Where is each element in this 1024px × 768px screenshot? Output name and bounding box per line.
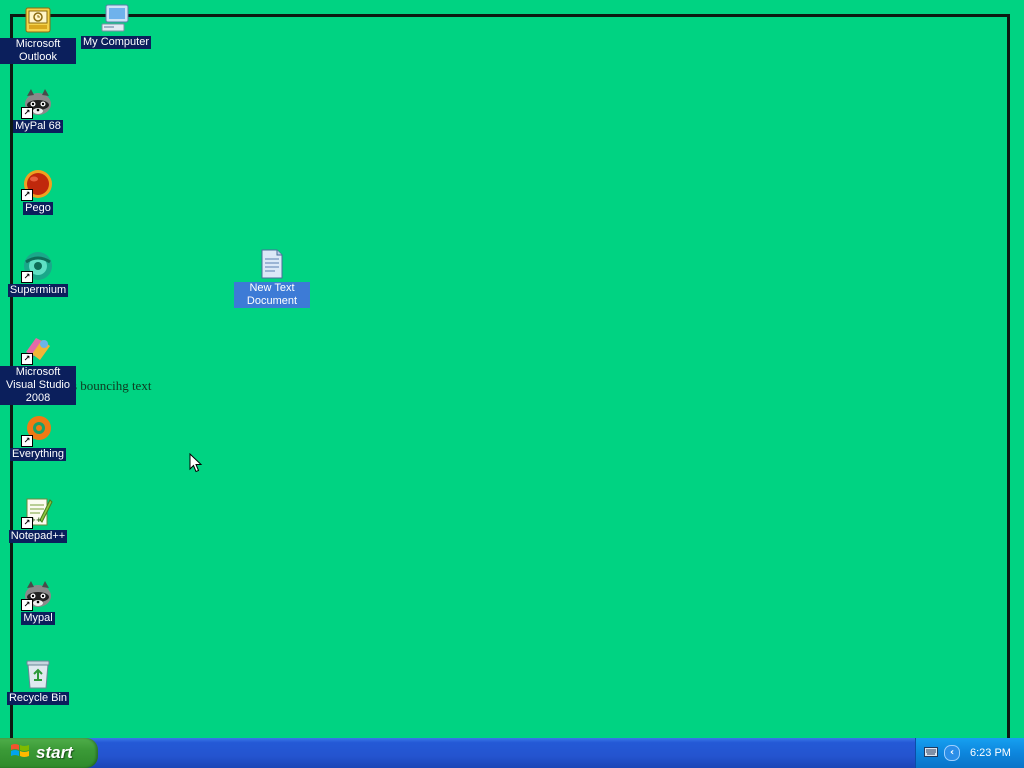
shortcut-arrow-icon: ↗ <box>21 435 33 447</box>
desktop-icon-mypal[interactable]: ↗ Mypal <box>0 578 76 625</box>
shortcut-arrow-icon: ↗ <box>21 271 33 283</box>
system-tray: ‹ 6:23 PM <box>915 738 1024 768</box>
icon-label: Microsoft Visual Studio 2008 <box>0 366 76 405</box>
outlook-icon <box>22 4 54 36</box>
clock[interactable]: 6:23 PM <box>970 747 1011 759</box>
desktop-icon-supermium[interactable]: ↗ Supermium <box>0 250 76 297</box>
bouncing-text: s bouncihg text <box>72 378 152 393</box>
text-document-icon <box>256 248 288 280</box>
desktop-icon-visual-studio-2008[interactable]: ↗ Microsoft Visual Studio 2008 <box>0 332 76 405</box>
mouse-cursor-icon <box>189 452 203 478</box>
start-button[interactable]: start <box>0 738 98 768</box>
start-label: start <box>36 743 73 762</box>
show-hidden-icons-button[interactable]: ‹ <box>944 745 960 761</box>
mypal-raccoon-icon: ↗ <box>21 578 54 611</box>
pego-icon: ↗ <box>21 168 54 201</box>
desktop-icon-new-text-document[interactable]: New Text Document <box>234 248 310 308</box>
shortcut-arrow-icon: ↗ <box>21 517 33 529</box>
desktop-icon-pego[interactable]: ↗ Pego <box>0 168 76 215</box>
supermium-icon: ↗ <box>21 250 54 283</box>
icon-label: Microsoft Outlook <box>0 38 76 64</box>
icon-label: Everything <box>10 448 66 461</box>
windows-flag-icon <box>10 742 30 765</box>
shortcut-arrow-icon: ↗ <box>21 189 33 201</box>
my-computer-icon <box>100 2 132 34</box>
shortcut-arrow-icon: ↗ <box>21 353 33 365</box>
desktop-icon-my-computer[interactable]: My Computer <box>78 2 154 49</box>
icon-label: MyPal 68 <box>13 120 63 133</box>
desktop-icon-everything[interactable]: ↗ Everything <box>0 414 76 461</box>
notepad-plus-plus-icon: ++ ↗ <box>21 496 54 529</box>
desktop-icon-notepad-plus-plus[interactable]: ++ ↗ Notepad++ <box>0 496 76 543</box>
visual-studio-icon: ↗ <box>21 332 54 365</box>
icon-label: Mypal <box>21 612 55 625</box>
shortcut-arrow-icon: ↗ <box>21 107 33 119</box>
mypal-raccoon-icon: ↗ <box>21 86 54 119</box>
screensaver-frame <box>10 14 1010 738</box>
desktop-icon-mypal-68[interactable]: ↗ MyPal 68 <box>0 86 76 133</box>
icon-label: Supermium <box>7 284 69 297</box>
icon-label: Pego <box>23 202 53 215</box>
everything-icon: ↗ <box>21 414 54 447</box>
desktop[interactable]: s bouncihg text Microsoft Outlook My Com… <box>0 0 1024 738</box>
recycle-bin-icon <box>22 658 54 690</box>
icon-label: Notepad++ <box>8 530 68 543</box>
icon-label: Recycle Bin <box>6 692 70 705</box>
desktop-icon-microsoft-outlook[interactable]: Microsoft Outlook <box>0 4 76 64</box>
shortcut-arrow-icon: ↗ <box>21 599 33 611</box>
icon-label: New Text Document <box>234 282 310 308</box>
icon-label: My Computer <box>80 36 152 49</box>
keyboard-icon[interactable] <box>924 744 938 762</box>
taskbar: start ‹ 6:23 PM <box>0 738 1024 768</box>
desktop-icon-recycle-bin[interactable]: Recycle Bin <box>0 658 76 705</box>
